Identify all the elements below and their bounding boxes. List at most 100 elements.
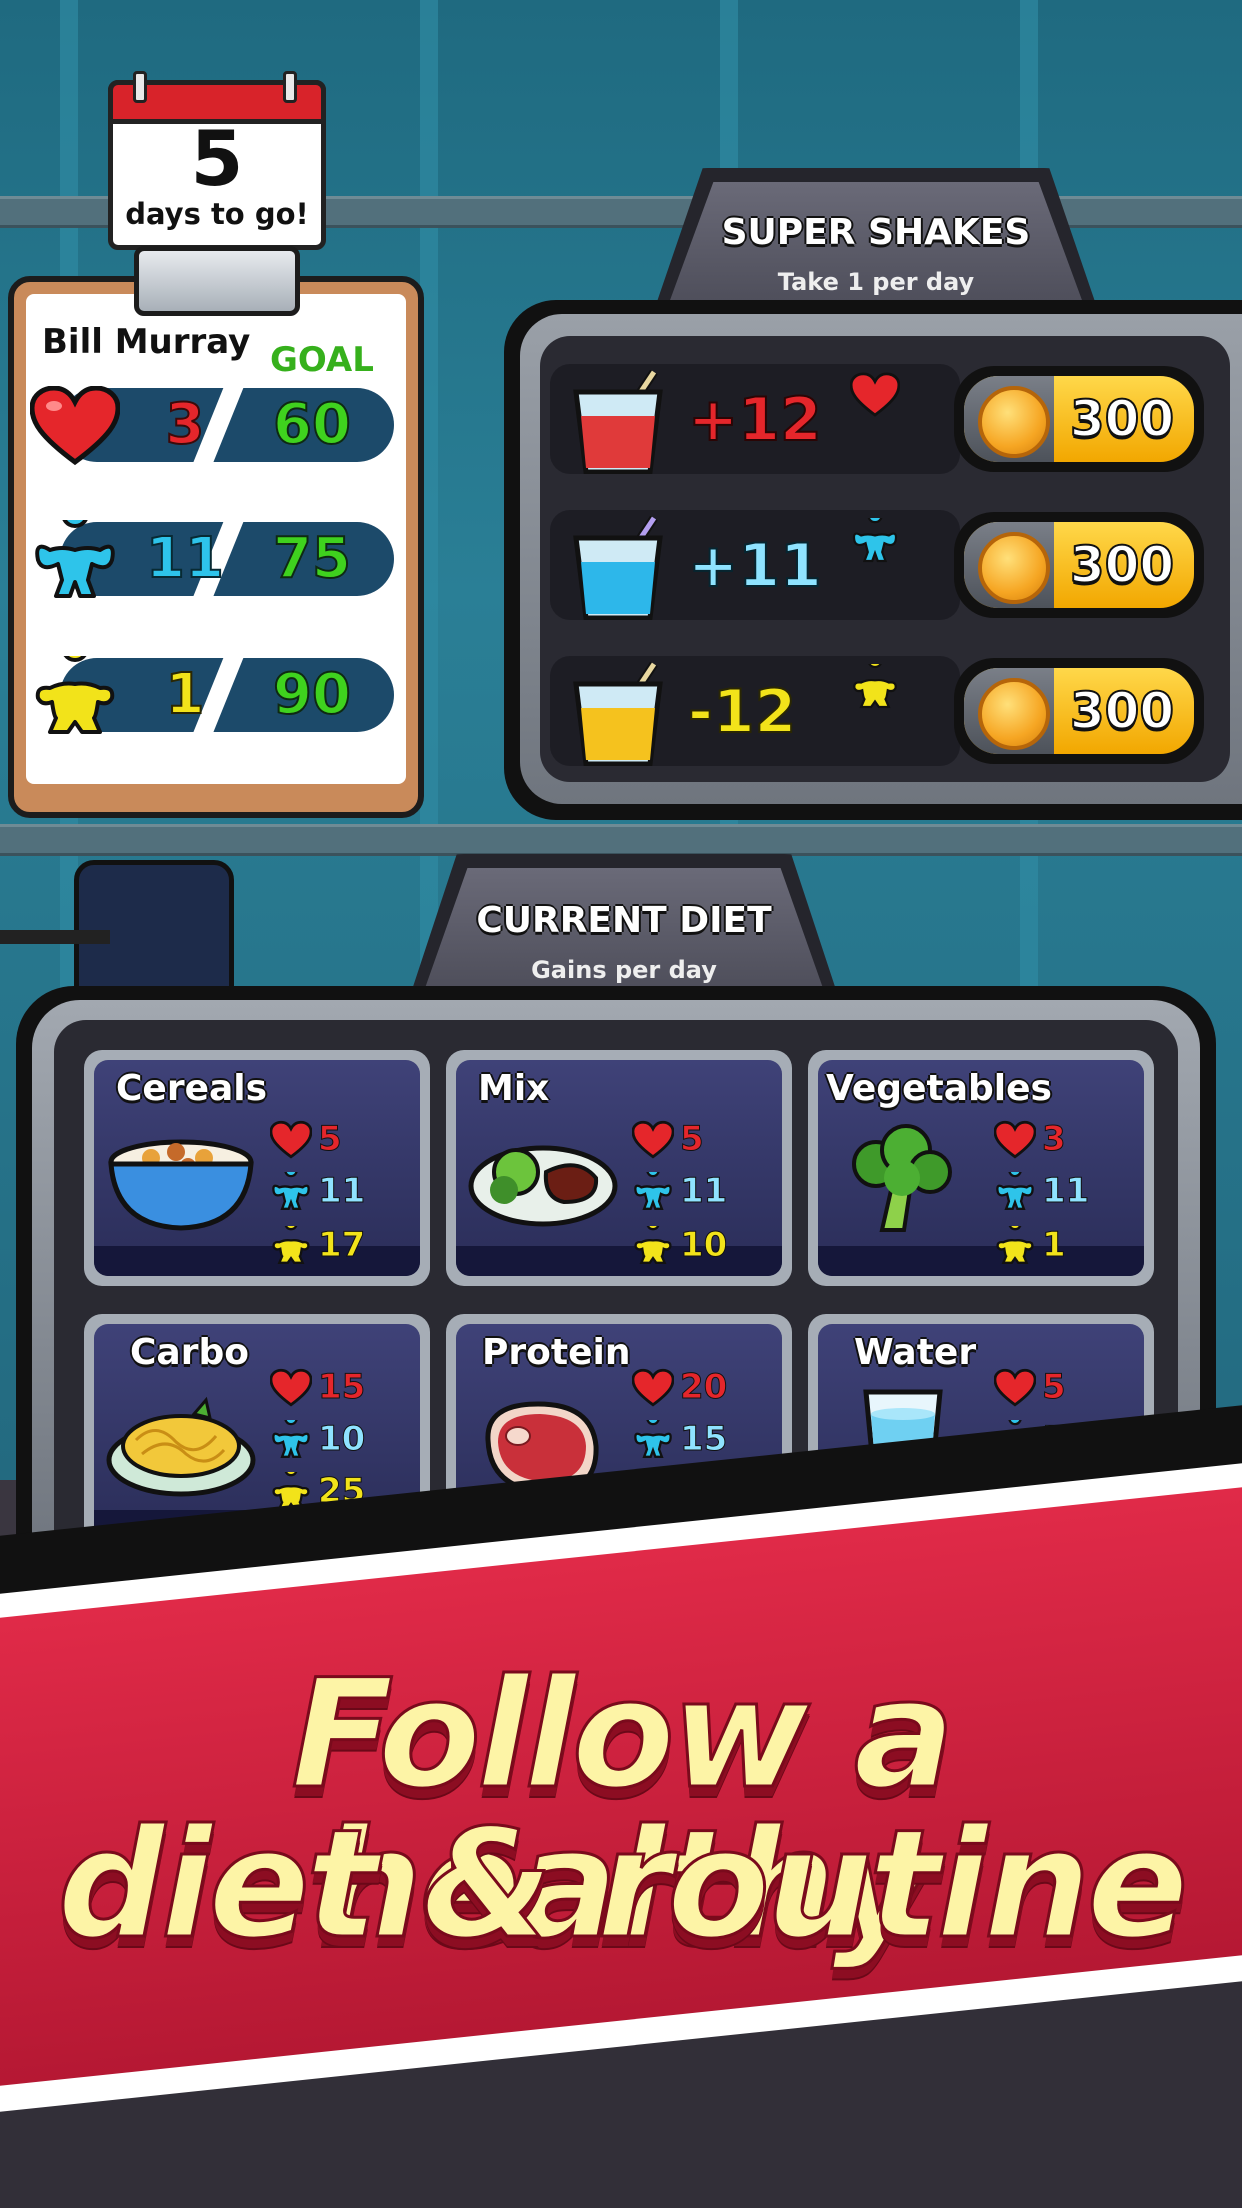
shakes-subtitle: Take 1 per day [777, 268, 975, 296]
shake-price: 300 [1069, 681, 1175, 741]
calendar-ring [133, 71, 147, 103]
stat-current-value: 3 [165, 391, 206, 458]
food-fat-stat: 10 [632, 1222, 772, 1268]
muscle-value: 10 [317, 1419, 366, 1460]
diet-title: CURRENT DIET [476, 900, 772, 941]
muscle-icon [35, 520, 115, 598]
stat-goal-value: 90 [272, 661, 352, 728]
heart-value: 5 [318, 1119, 343, 1160]
clipboard-clip [134, 246, 300, 316]
cereal-bowl-icon [108, 1139, 254, 1231]
muscle-value: 11 [317, 1171, 366, 1212]
buy-button-face: 300 [964, 376, 1194, 462]
muscle-value: 11 [679, 1171, 728, 1212]
food-heart-stat: 5 [632, 1116, 772, 1162]
buy-button-face: 300 [964, 668, 1194, 754]
calendar-ring [283, 71, 297, 103]
fat-value: 1 [1042, 1225, 1067, 1266]
wall-rail [0, 824, 1242, 856]
stat-current-value: 11 [145, 525, 225, 592]
muscle-icon [272, 1420, 310, 1458]
muscle-value: 11 [1041, 1171, 1090, 1212]
slogan-line-2: diet & routine [56, 1798, 1190, 1972]
stat-goal-value: 60 [272, 391, 352, 458]
player-name: Bill Murray [42, 322, 251, 362]
buy-shake-button[interactable]: 300 [954, 366, 1204, 472]
food-name: Vegetables [826, 1068, 1052, 1109]
shakes-title: SUPER SHAKES [721, 212, 1031, 253]
yellow-shake-icon [573, 662, 663, 766]
days-left-calendar: 5 days to go! [108, 71, 326, 250]
food-muscle-stat: 11 [270, 1168, 410, 1214]
shake-row-fat: -12 300 [550, 656, 1204, 766]
food-heart-stat: 3 [994, 1116, 1134, 1162]
fat-value: 17 [317, 1225, 366, 1266]
heart-value: 20 [679, 1367, 728, 1408]
broccoli-icon [852, 1124, 952, 1232]
muscle-icon [634, 1420, 672, 1458]
food-name: Cereals [116, 1068, 268, 1109]
food-card-vegetables[interactable]: Vegetables 3 11 1 [808, 1050, 1154, 1286]
days-count: 5 [190, 114, 244, 203]
fat-person-icon [996, 1226, 1034, 1264]
buy-shake-button[interactable]: 300 [954, 512, 1204, 618]
heart-icon [270, 1368, 312, 1407]
muscle-icon [852, 518, 898, 563]
muscle-icon [634, 1172, 672, 1210]
heart-icon [850, 372, 900, 417]
food-muscle-stat: 10 [270, 1416, 410, 1462]
buy-shake-button[interactable]: 300 [954, 658, 1204, 764]
stat-goal-value: 75 [272, 525, 352, 592]
fat-person-icon [634, 1226, 672, 1264]
blue-shake-icon [573, 516, 663, 620]
stat-current-value: 1 [165, 661, 206, 728]
fat-person-icon [853, 664, 897, 709]
pasta-bowl-icon [106, 1396, 256, 1497]
food-name: Protein [482, 1332, 631, 1373]
fat-value: 10 [679, 1225, 728, 1266]
heart-icon [30, 386, 120, 466]
shake-price: 300 [1069, 535, 1175, 595]
shake-row-muscle: +11 300 [550, 510, 1204, 620]
red-shake-icon [573, 370, 663, 474]
fat-person-icon [35, 656, 115, 734]
coin-icon [978, 386, 1050, 458]
days-caption: days to go! [125, 197, 309, 231]
stat-row-heart: 3 60 [30, 378, 394, 468]
heart-icon [632, 1368, 674, 1407]
food-heart-stat: 15 [270, 1364, 410, 1410]
food-heart-stat: 20 [632, 1364, 772, 1410]
coin-icon [978, 532, 1050, 604]
food-heart-stat: 5 [270, 1116, 410, 1162]
muscle-icon [996, 1172, 1034, 1210]
shake-price: 300 [1069, 389, 1175, 449]
food-fat-stat: 17 [270, 1222, 410, 1268]
heart-icon [994, 1120, 1036, 1159]
food-heart-stat: 5 [994, 1364, 1134, 1410]
food-name: Mix [478, 1068, 550, 1109]
food-name: Carbo [130, 1332, 249, 1373]
mixed-plate-icon [468, 1145, 618, 1227]
stat-row-fat: 1 90 [30, 648, 394, 738]
shake-gain-value: +11 [687, 530, 823, 602]
food-muscle-stat: 15 [632, 1416, 772, 1462]
heart-icon [994, 1368, 1036, 1407]
muscle-icon [272, 1172, 310, 1210]
stat-row-muscle: 11 75 [30, 512, 394, 602]
food-card-cereals[interactable]: Cereals 5 11 17 [84, 1050, 430, 1286]
shake-gain-value: +12 [687, 384, 823, 456]
shake-row-heart: +12 300 [550, 364, 1204, 474]
food-muscle-stat: 11 [994, 1168, 1134, 1214]
coin-icon [978, 678, 1050, 750]
heart-value: 15 [317, 1367, 366, 1408]
barbell-bar [0, 930, 110, 944]
food-card-mix[interactable]: Mix 5 11 10 [446, 1050, 792, 1286]
heart-value: 5 [680, 1119, 705, 1160]
food-fat-stat: 1 [994, 1222, 1134, 1268]
shake-gain-value: -12 [687, 676, 797, 748]
heart-icon [632, 1120, 674, 1159]
food-name: Water [854, 1332, 977, 1373]
heart-value: 5 [1042, 1367, 1067, 1408]
food-muscle-stat: 11 [632, 1168, 772, 1214]
goal-label: GOAL [270, 340, 374, 380]
